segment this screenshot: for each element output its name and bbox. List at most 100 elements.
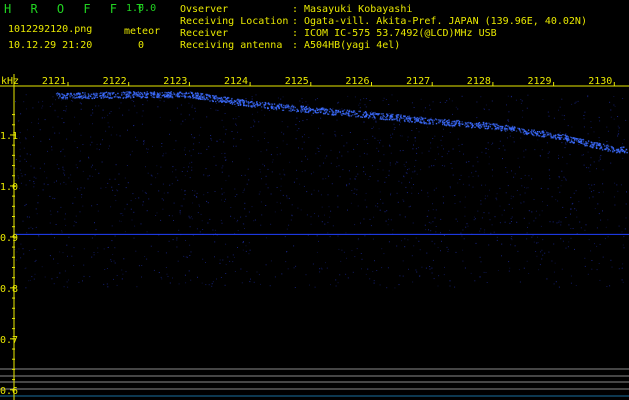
- noise-dot: [260, 224, 262, 226]
- noise-dot: [372, 135, 374, 137]
- signal-dot: [407, 120, 409, 122]
- noise-dot: [237, 247, 238, 248]
- noise-dot: [415, 148, 417, 150]
- location-label: Receiving Location: [180, 16, 289, 27]
- signal-dot: [314, 109, 316, 112]
- noise-dot: [399, 124, 400, 126]
- noise-dot: [343, 251, 345, 253]
- noise-dot: [497, 270, 499, 271]
- signal-dot: [203, 98, 206, 101]
- noise-dot: [230, 207, 232, 208]
- noise-dot: [455, 218, 457, 220]
- noise-dot: [198, 152, 200, 154]
- noise-dot: [250, 278, 251, 280]
- signal-dot: [102, 92, 104, 94]
- signal-dot: [498, 127, 500, 129]
- noise-dot: [225, 243, 227, 245]
- noise-dot: [510, 218, 512, 220]
- signal-dot: [301, 108, 304, 111]
- noise-dot: [53, 258, 54, 260]
- noise-dot: [116, 134, 118, 136]
- signal-dot: [589, 145, 591, 148]
- noise-dot: [433, 189, 435, 191]
- signal-dot: [329, 108, 331, 110]
- noise-dot: [71, 130, 72, 132]
- noise-dot: [80, 134, 82, 136]
- noise-dot: [354, 178, 356, 180]
- signal-dot: [290, 108, 292, 110]
- noise-dot: [587, 96, 589, 98]
- noise-dot: [547, 188, 549, 190]
- noise-dot: [293, 181, 295, 183]
- noise-dot: [540, 187, 542, 189]
- noise-dot: [393, 128, 395, 130]
- noise-dot: [539, 214, 541, 216]
- signal-dot: [242, 101, 244, 104]
- signal-dot: [472, 124, 474, 127]
- noise-dot: [71, 255, 73, 257]
- signal-dot: [494, 128, 496, 131]
- signal-dot: [308, 106, 311, 109]
- signal-dot: [331, 109, 333, 111]
- signal-dot: [59, 95, 61, 98]
- signal-dot: [223, 96, 225, 99]
- signal-dot: [114, 96, 117, 98]
- noise-dot: [506, 104, 507, 106]
- noise-dot: [337, 102, 339, 104]
- noise-dot: [472, 175, 474, 177]
- noise-dot: [260, 283, 261, 285]
- noise-dot: [531, 236, 533, 238]
- signal-dot: [364, 111, 367, 113]
- noise-dot: [125, 271, 127, 273]
- noise-dot: [25, 94, 27, 96]
- signal-dot: [88, 94, 90, 96]
- noise-dot: [316, 98, 318, 99]
- noise-dot: [179, 211, 181, 213]
- signal-dot: [423, 120, 425, 122]
- noise-dot: [367, 143, 369, 144]
- signal-dot: [302, 110, 304, 112]
- signal-dot: [400, 114, 402, 116]
- noise-dot: [380, 139, 382, 141]
- noise-dot: [491, 169, 493, 171]
- receiver-value: ICOM IC-575 53.7492(@LCD)MHz USB: [304, 28, 497, 39]
- noise-dot: [267, 168, 269, 170]
- signal-dot: [537, 131, 539, 133]
- noise-dot: [567, 246, 569, 248]
- signal-dot: [201, 93, 204, 95]
- noise-dot: [565, 247, 567, 249]
- signal-dot: [596, 142, 598, 144]
- noise-dot: [110, 259, 112, 261]
- signal-dot: [591, 141, 593, 144]
- noise-dot: [29, 154, 31, 156]
- noise-dot: [315, 153, 317, 155]
- noise-dot: [201, 220, 203, 222]
- noise-dot: [590, 250, 592, 252]
- noise-dot: [428, 221, 430, 223]
- noise-dot: [558, 109, 559, 111]
- noise-dot: [61, 230, 63, 232]
- noise-dot: [523, 217, 525, 219]
- noise-dot: [83, 187, 85, 189]
- signal-dot: [381, 113, 383, 115]
- signal-dot: [200, 98, 202, 100]
- noise-dot: [404, 216, 406, 218]
- noise-dot: [92, 175, 94, 177]
- noise-dot: [438, 275, 440, 277]
- noise-dot: [301, 136, 303, 138]
- noise-dot: [509, 132, 511, 134]
- noise-dot: [492, 142, 494, 144]
- signal-dot: [292, 107, 295, 109]
- noise-dot: [279, 153, 281, 155]
- noise-dot: [345, 232, 347, 234]
- noise-dot: [588, 197, 590, 199]
- noise-dot: [136, 112, 138, 114]
- noise-dot: [291, 204, 293, 206]
- signal-dot: [348, 115, 350, 117]
- noise-dot: [318, 215, 319, 217]
- signal-dot: [74, 97, 76, 99]
- noise-dot: [622, 157, 624, 159]
- noise-dot: [173, 220, 174, 221]
- noise-dot: [93, 254, 95, 256]
- noise-dot: [120, 220, 122, 222]
